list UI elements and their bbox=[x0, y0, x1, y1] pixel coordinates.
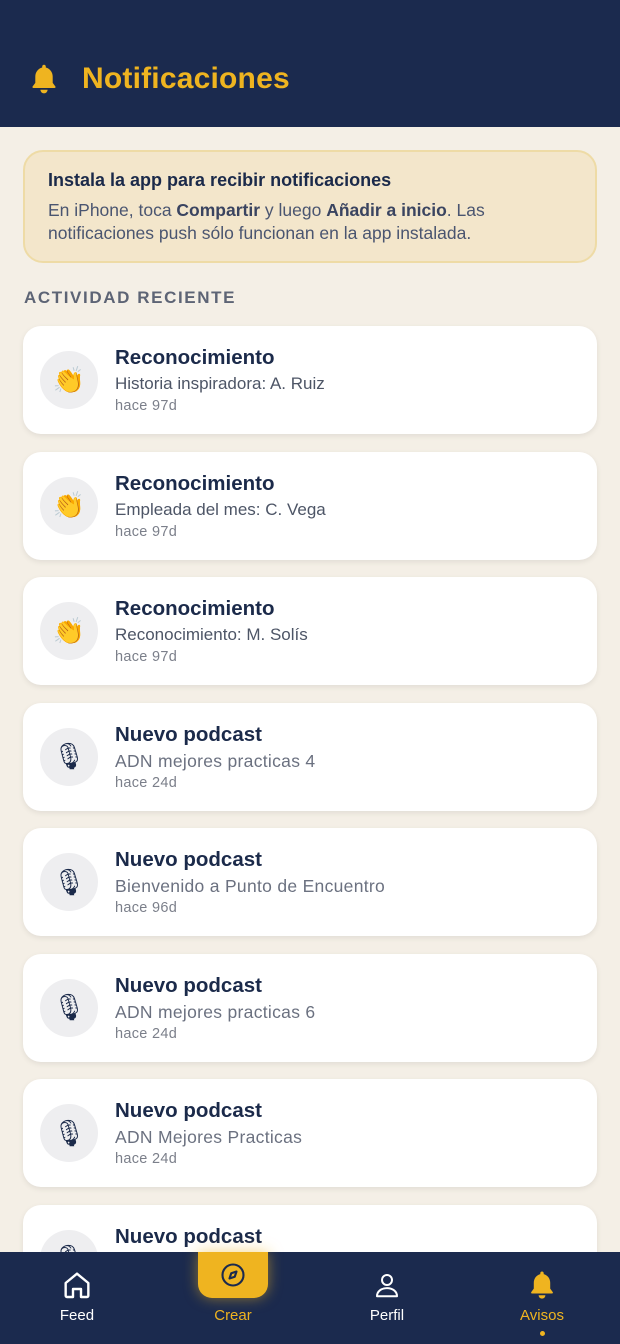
nav-label: Avisos bbox=[520, 1307, 564, 1324]
microphone-icon: 🎙 bbox=[40, 853, 98, 911]
notification-title: Nuevo podcast bbox=[115, 1224, 262, 1248]
notification-title: Reconocimiento bbox=[115, 597, 275, 620]
user-icon bbox=[370, 1268, 404, 1302]
notification-card[interactable]: 👏 Reconocimiento Reconocimiento: M. Solí… bbox=[23, 577, 597, 685]
nav-label: Crear bbox=[214, 1307, 252, 1324]
page-title: Notificaciones bbox=[82, 61, 290, 95]
notification-subtitle: ADN mejores practicas 4 bbox=[115, 750, 316, 771]
install-app-banner: Instala la app para recibir notificacion… bbox=[23, 150, 597, 263]
microphone-icon: 🎙 bbox=[40, 727, 98, 786]
bell-icon bbox=[525, 1268, 559, 1302]
notification-title: Nuevo podcast bbox=[115, 973, 262, 997]
notification-subtitle: Bienvenido a Punto de Encuentro bbox=[115, 876, 386, 896]
create-button[interactable] bbox=[198, 1252, 268, 1298]
nav-item-notices[interactable]: Avisos bbox=[487, 1252, 597, 1344]
notification-time: hace 97d bbox=[115, 523, 178, 540]
notification-subtitle: Reconocimiento: M. Solís bbox=[115, 625, 308, 644]
notification-card[interactable]: 🎙 Nuevo podcast ADN mejores practicas 4 … bbox=[23, 702, 597, 811]
notification-list: 👏 Reconocimiento Historia inspiradora: A… bbox=[23, 326, 597, 1330]
banner-title: Instala la app para recibir notificacion… bbox=[48, 170, 392, 190]
notification-title: Reconocimiento bbox=[115, 471, 275, 495]
notification-title: Nuevo podcast bbox=[115, 722, 262, 746]
notification-card[interactable]: 👏 Reconocimiento Historia inspiradora: A… bbox=[23, 326, 597, 434]
notification-subtitle: ADN mejores practicas 6 bbox=[115, 1001, 316, 1022]
notification-subtitle: Historia inspiradora: A. Ruiz bbox=[115, 374, 325, 393]
microphone-icon: 🎙 bbox=[40, 1104, 98, 1162]
notification-time: hace 24d bbox=[115, 1151, 178, 1167]
notification-subtitle: Empleada del mes: C. Vega bbox=[115, 499, 326, 519]
notification-card[interactable]: 🎙 Nuevo podcast ADN mejores practicas 6 … bbox=[23, 953, 597, 1062]
notification-time: hace 96d bbox=[115, 900, 178, 916]
banner-add-home-label: Añadir a inicio bbox=[326, 200, 447, 220]
notification-subtitle: ADN Mejores Practicas bbox=[115, 1127, 303, 1147]
notification-time: hace 24d bbox=[115, 774, 178, 791]
nav-label: Perfil bbox=[369, 1307, 405, 1324]
notification-time: hace 97d bbox=[115, 649, 178, 665]
bell-icon bbox=[32, 64, 56, 93]
notification-card[interactable]: 🎙 Nuevo podcast Bienvenido a Punto de En… bbox=[23, 828, 597, 936]
notification-title: Nuevo podcast bbox=[115, 848, 262, 871]
nav-item-profile[interactable]: Perfil bbox=[332, 1252, 442, 1344]
active-indicator-dot bbox=[539, 1331, 545, 1336]
banner-share-label: Compartir bbox=[176, 200, 261, 220]
compass-icon bbox=[221, 1263, 245, 1287]
app-header: Notificaciones bbox=[0, 0, 620, 127]
banner-text-part: y luego bbox=[260, 200, 327, 220]
notification-title: Nuevo podcast bbox=[115, 1099, 262, 1122]
clapping-hands-icon: 👏 bbox=[40, 602, 98, 660]
notification-card[interactable]: 👏 Reconocimiento Empleada del mes: C. Ve… bbox=[23, 451, 597, 560]
nav-label: Feed bbox=[59, 1307, 95, 1324]
clapping-hands-icon: 👏 bbox=[40, 476, 98, 535]
section-title: ACTIVIDAD RECIENTE bbox=[24, 288, 237, 307]
banner-text-part: En iPhone, toca bbox=[48, 200, 177, 220]
home-icon bbox=[60, 1268, 94, 1302]
banner-text: En iPhone, toca Compartir y luego Añadir… bbox=[48, 199, 573, 245]
microphone-icon: 🎙 bbox=[40, 978, 98, 1037]
notification-time: hace 24d bbox=[115, 1025, 178, 1042]
clapping-hands-icon: 👏 bbox=[40, 351, 98, 409]
notification-title: Reconocimiento bbox=[115, 346, 275, 369]
bottom-nav: Feed Crear Perfil Avisos bbox=[0, 1252, 620, 1344]
notification-card[interactable]: 🎙 Nuevo podcast ADN Mejores Practicas ha… bbox=[23, 1079, 597, 1187]
notification-time: hace 97d bbox=[115, 398, 178, 414]
nav-item-feed[interactable]: Feed bbox=[22, 1252, 132, 1344]
